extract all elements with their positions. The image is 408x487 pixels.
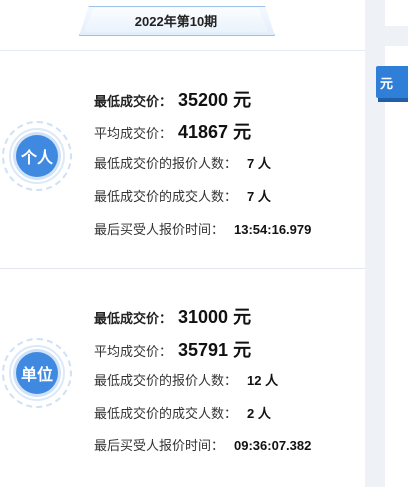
period-tab[interactable]: 2022年第10期 [84, 8, 268, 32]
min-price-deals-value: 7 人 [247, 189, 271, 204]
min-price-value: 31000 元 [178, 307, 252, 327]
organization-badge: 单位 [2, 338, 72, 408]
last-bid-time-value: 13:54:16.979 [234, 222, 312, 237]
min-price-deals-row: 最低成交价的成交人数： 7 人 [94, 186, 271, 205]
panel-top-divider [0, 50, 365, 51]
results-panel: 2022年第10期 个人 最低成交价： 35200 元 平均成交价： 41867 元… [0, 0, 365, 487]
min-price-deals-row: 最低成交价的成交人数： 2 人 [94, 403, 271, 422]
min-price-bidders-value: 12 人 [247, 373, 279, 388]
min-price-bidders-label: 最低成交价的报价人数： [94, 373, 238, 388]
last-bid-time-label: 最后买受人报价时间： [94, 222, 225, 237]
last-bid-time-row: 最后买受人报价时间： 09:36:07.382 [94, 435, 311, 454]
avg-price-value: 35791 元 [178, 340, 252, 360]
avg-price-value: 41867 元 [178, 122, 252, 142]
individual-badge: 个人 [2, 121, 72, 191]
min-price-bidders-value: 7 人 [247, 156, 271, 171]
avg-price-row: 平均成交价： 41867 元 [94, 118, 251, 144]
last-bid-time-value: 09:36:07.382 [234, 438, 312, 453]
min-price-value: 35200 元 [178, 90, 252, 110]
right-button-label: 元 [380, 75, 394, 91]
min-price-bidders-row: 最低成交价的报价人数： 12 人 [94, 370, 278, 389]
badge-label: 个人 [16, 135, 58, 177]
min-price-deals-label: 最低成交价的成交人数： [94, 189, 238, 204]
badge-label: 单位 [16, 352, 58, 394]
right-action-button[interactable]: 元 [376, 66, 408, 98]
min-price-label: 最低成交价： [94, 311, 173, 326]
avg-price-row: 平均成交价： 35791 元 [94, 336, 251, 362]
last-bid-time-row: 最后买受人报价时间： 13:54:16.979 [94, 219, 311, 238]
min-price-row: 最低成交价： 35200 元 [94, 86, 251, 112]
right-button-shadow [378, 98, 408, 102]
section-divider [0, 268, 365, 269]
last-bid-time-label: 最后买受人报价时间： [94, 438, 225, 453]
min-price-bidders-label: 最低成交价的报价人数： [94, 156, 238, 171]
min-price-row: 最低成交价： 31000 元 [94, 303, 251, 329]
right-content-card [385, 46, 408, 487]
min-price-bidders-row: 最低成交价的报价人数： 7 人 [94, 153, 271, 172]
avg-price-label: 平均成交价： [94, 344, 173, 359]
min-price-deals-label: 最低成交价的成交人数： [94, 406, 238, 421]
min-price-deals-value: 2 人 [247, 406, 271, 421]
right-top-card [385, 0, 408, 26]
min-price-label: 最低成交价： [94, 94, 173, 109]
avg-price-label: 平均成交价： [94, 126, 173, 141]
